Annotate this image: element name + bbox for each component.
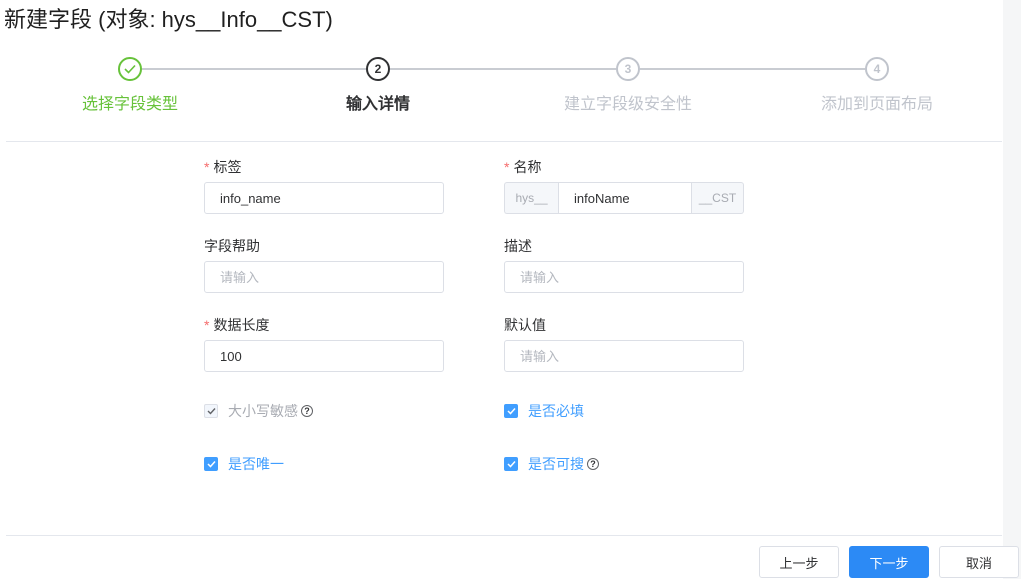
cancel-button[interactable]: 取消 <box>939 546 1019 578</box>
step-2-label: 输入详情 <box>345 96 410 113</box>
required-mark: * <box>504 159 510 175</box>
label-input[interactable] <box>204 182 444 214</box>
step-2-number: 2 <box>366 57 390 81</box>
right-scroll-strip <box>1003 0 1021 579</box>
case-sensitive-checkbox: 大小写敏感 ? <box>204 401 313 421</box>
step-3-number: 3 <box>616 57 640 81</box>
header-divider <box>6 141 1002 142</box>
check-icon[interactable] <box>504 404 518 418</box>
prev-button[interactable]: 上一步 <box>759 546 839 578</box>
step-4-label: 添加到页面布局 <box>820 96 933 113</box>
step-connector-1 <box>142 68 366 70</box>
footer-divider <box>6 535 1002 536</box>
unique-checkbox[interactable]: 是否唯一 <box>204 454 284 474</box>
searchable-checkbox[interactable]: 是否可搜 ? <box>504 454 599 474</box>
required-mark: * <box>204 159 210 175</box>
step-1-label: 选择字段类型 <box>81 96 178 113</box>
searchable-label[interactable]: 是否可搜 <box>528 454 584 474</box>
default-field-label: 默认值 <box>504 317 546 333</box>
case-sensitive-label: 大小写敏感 <box>228 403 298 419</box>
help-field-label: 字段帮助 <box>204 238 260 254</box>
default-input[interactable] <box>504 340 744 372</box>
next-button[interactable]: 下一步 <box>849 546 929 578</box>
help-input[interactable] <box>204 261 444 293</box>
check-icon <box>204 404 218 418</box>
required-mark: * <box>204 317 210 333</box>
name-input[interactable] <box>558 182 692 214</box>
length-input[interactable] <box>204 340 444 372</box>
step-connector-3 <box>640 68 865 70</box>
required-checkbox[interactable]: 是否必填 <box>504 401 584 421</box>
check-icon[interactable] <box>504 457 518 471</box>
name-field-label: * 名称 <box>504 159 542 175</box>
page-title: 新建字段 (对象: hys__Info__CST) <box>4 7 333 32</box>
name-prefix: hys__ <box>504 182 558 214</box>
name-input-group: hys__ __CST <box>504 182 744 214</box>
step-3-label: 建立字段级安全性 <box>563 96 692 113</box>
description-field-label: 描述 <box>504 238 532 254</box>
step-1-check-icon <box>118 57 142 81</box>
step-connector-2 <box>390 68 616 70</box>
description-input[interactable] <box>504 261 744 293</box>
question-circle-icon[interactable]: ? <box>587 458 599 470</box>
required-label[interactable]: 是否必填 <box>528 401 584 421</box>
step-4-number: 4 <box>865 57 889 81</box>
unique-label[interactable]: 是否唯一 <box>228 454 284 474</box>
question-circle-icon[interactable]: ? <box>301 405 313 417</box>
name-suffix: __CST <box>692 182 744 214</box>
check-icon[interactable] <box>204 457 218 471</box>
length-field-label: * 数据长度 <box>204 317 270 333</box>
label-field-label: * 标签 <box>204 159 242 175</box>
